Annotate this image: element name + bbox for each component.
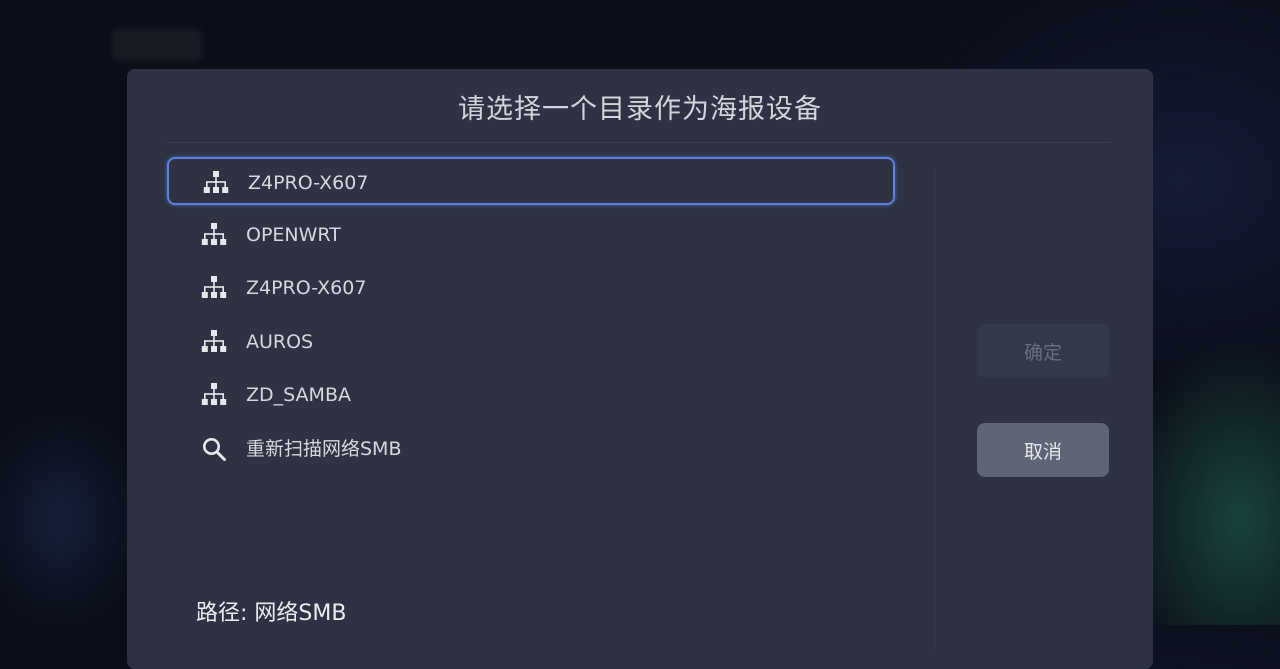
list-item-rescan-smb[interactable]: 重新扫描网络SMB xyxy=(167,425,895,473)
list-item-label: Z4PRO-X607 xyxy=(246,277,367,299)
list-item-auros[interactable]: AUROS xyxy=(167,318,895,366)
current-path: 路径: 网络SMB xyxy=(196,601,347,626)
background-app-logo xyxy=(112,28,202,62)
list-item-z4pro-x607[interactable]: Z4PRO-X607 xyxy=(167,157,895,205)
search-icon xyxy=(203,437,226,461)
network-tree-icon xyxy=(201,222,227,245)
list-item-label: 重新扫描网络SMB xyxy=(246,437,402,460)
list-item-openwrt[interactable]: OPENWRT xyxy=(167,211,895,259)
network-tree-icon xyxy=(203,171,229,193)
select-directory-dialog: 请选择一个目录作为海报设备 Z4PRO-X607 OPENWRT Z4PRO-X… xyxy=(127,69,1153,669)
device-list: Z4PRO-X607 OPENWRT Z4PRO-X607 AUROS ZD_S… xyxy=(167,157,895,478)
confirm-button[interactable]: 确定 xyxy=(977,324,1109,378)
dialog-title: 请选择一个目录作为海报设备 xyxy=(458,94,822,125)
list-item-label: Z4PRO-X607 xyxy=(248,172,369,194)
list-item-label: ZD_SAMBA xyxy=(246,384,351,406)
column-divider xyxy=(934,169,935,649)
network-tree-icon xyxy=(201,329,227,352)
list-item-z4pro-x607-2[interactable]: Z4PRO-X607 xyxy=(167,264,895,312)
network-tree-icon xyxy=(201,276,227,298)
network-tree-icon xyxy=(201,383,227,405)
title-divider xyxy=(167,142,1111,143)
list-item-zd-samba[interactable]: ZD_SAMBA xyxy=(167,371,895,419)
list-item-label: OPENWRT xyxy=(246,223,341,246)
list-item-label: AUROS xyxy=(246,330,314,353)
cancel-button[interactable]: 取消 xyxy=(977,423,1109,477)
